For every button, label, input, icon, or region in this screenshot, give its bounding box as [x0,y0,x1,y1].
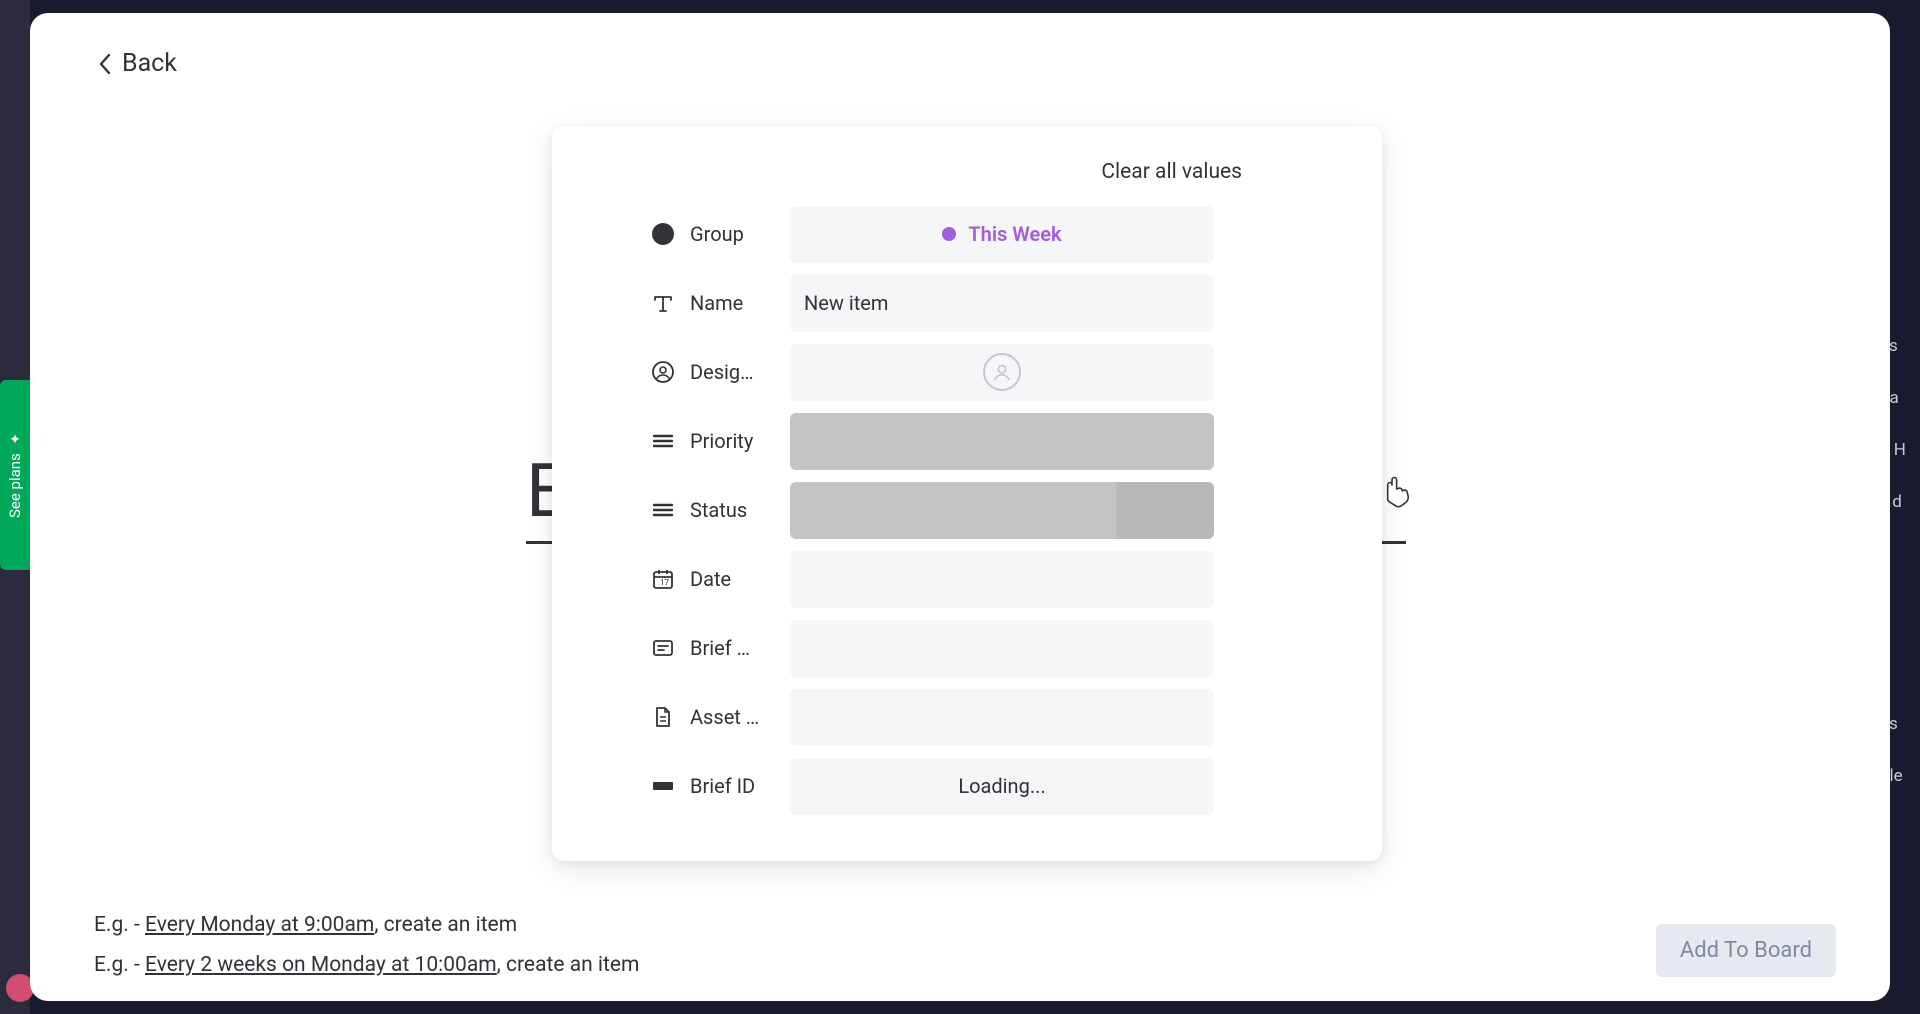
item-id-icon [650,773,676,799]
svg-text:17: 17 [660,578,669,587]
field-row-brief-link: Brief … [600,620,1364,677]
field-label: Group [690,222,776,246]
automation-modal: Back E Clear all values Group This Week [30,13,1890,1001]
modal-body: E Clear all values Group This Week [30,80,1890,1002]
group-icon [650,221,676,247]
group-color-dot [942,227,956,241]
field-row-status: Status [600,482,1364,539]
file-icon [650,704,676,730]
back-button[interactable]: Back [98,49,177,78]
item-template-card: Clear all values Group This Week [552,126,1382,861]
group-name: This Week [968,222,1061,246]
field-label: Desig… [690,360,776,384]
status-column-icon [650,428,676,454]
field-row-group: Group This Week [600,206,1364,263]
brief-link-value[interactable] [790,620,1214,677]
field-row-brief-id: Brief ID Loading... [600,758,1364,815]
add-to-board-button[interactable]: Add To Board [1656,924,1836,977]
status-value[interactable] [790,482,1214,539]
back-label: Back [122,49,177,78]
modal-footer: E.g. - Every Monday at 9:00am, create an… [94,913,1836,977]
board-relation-icon [650,635,676,661]
designer-value[interactable] [790,344,1214,401]
field-label: Brief ID [690,774,776,798]
field-row-asset: Asset … [600,689,1364,746]
field-row-priority: Priority [600,413,1364,470]
field-label: Asset … [690,705,776,729]
calendar-icon: 17 [650,566,676,592]
hand-cursor-icon [1382,476,1412,514]
field-label: Date [690,567,776,591]
brief-id-value[interactable]: Loading... [790,758,1214,815]
chevron-left-icon [98,52,112,76]
date-value[interactable] [790,551,1214,608]
modal-header: Back [30,13,1890,80]
sparkle-icon: ✦ [7,432,23,448]
field-row-designer: Desig… [600,344,1364,401]
field-label: Priority [690,429,776,453]
field-label: Brief … [690,636,776,660]
example-line-1: E.g. - Every Monday at 9:00am, create an… [94,913,639,937]
see-plans-tab[interactable]: See plans ✦ [0,380,30,570]
status-column-icon [650,497,676,523]
text-icon [650,290,676,316]
fields-scroll-area[interactable]: Group This Week Name New item [600,206,1368,831]
priority-value[interactable] [790,413,1214,470]
examples-block: E.g. - Every Monday at 9:00am, create an… [94,913,639,977]
field-row-date: 17 Date [600,551,1364,608]
asset-value[interactable] [790,689,1214,746]
person-icon [650,359,676,385]
name-input[interactable]: New item [790,275,1214,332]
example-line-2: E.g. - Every 2 weeks on Monday at 10:00a… [94,953,639,977]
field-row-name: Name New item [600,275,1364,332]
see-plans-label: See plans [6,454,24,519]
field-label: Status [690,498,776,522]
clear-all-values-button[interactable]: Clear all values [1099,156,1244,188]
group-value[interactable]: This Week [790,206,1214,263]
field-label: Name [690,291,776,315]
person-placeholder-icon [983,353,1021,391]
